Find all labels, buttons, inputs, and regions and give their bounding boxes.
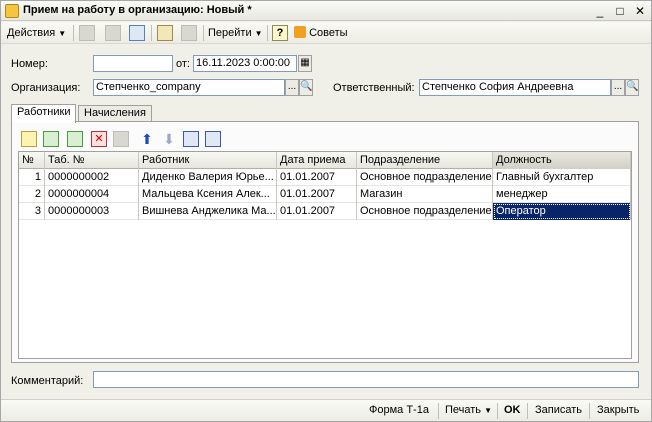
employee-cell[interactable]: Вишнева Анджелика Ма... [139,203,277,220]
refresh-icon[interactable] [129,25,145,41]
column-header[interactable]: Дата приема [277,152,357,169]
table-icon[interactable] [105,25,121,41]
sort-desc-icon[interactable] [205,131,221,147]
responsible-label: Ответственный: [333,82,415,94]
minimize-button[interactable]: _ [591,3,609,19]
column-header[interactable]: Должность [493,152,631,169]
comment-label: Комментарий: [11,375,84,387]
close-form-button[interactable]: Закрыть [597,404,639,416]
help-icon[interactable]: ? [272,25,288,41]
toolbar: Действия ▼ Перейти ▼ ? Советы [1,22,651,44]
actions-menu[interactable]: Действия ▼ [7,25,66,41]
close-button[interactable]: ✕ [631,3,649,19]
save-button[interactable]: Записать [535,404,582,416]
window-title: Прием на работу в организацию: Новый * [23,4,252,16]
hire-date-cell[interactable]: 01.01.2007 [277,186,357,203]
date-field[interactable]: 16.11.2023 0:00:00 [193,55,297,72]
number-label: Номер: [11,58,48,70]
dropdown-arrow-icon: ▼ [254,29,263,38]
date-label: от: [176,58,190,70]
dropdown-arrow-icon: ▼ [58,29,67,38]
tab-number-cell[interactable]: 0000000004 [45,186,139,203]
number-field[interactable] [93,55,173,72]
print-label: Печать [445,404,482,416]
delete-row-icon[interactable]: ✕ [91,131,107,147]
responsible-search-icon[interactable]: 🔍 [625,79,639,96]
organization-select-button[interactable]: ... [285,79,299,96]
department-cell[interactable]: Основное подразделение [357,203,493,220]
tab-number-cell[interactable]: 0000000002 [45,169,139,186]
responsible-field[interactable]: Степченко София Андреевна [419,79,611,96]
row-number: 3 [19,203,45,220]
column-header[interactable]: Подразделение [357,152,493,169]
hire-date-cell[interactable]: 01.01.2007 [277,203,357,220]
document-window: Прием на работу в организацию: Новый * _… [0,0,652,422]
column-header[interactable]: № [19,152,45,169]
unpost-document-icon[interactable] [181,25,197,41]
department-cell[interactable]: Магазин [357,186,493,203]
position-cell[interactable]: Главный бухгалтер [493,169,631,186]
comment-field[interactable] [93,371,639,388]
row-number: 2 [19,186,45,203]
copy-row-icon[interactable] [43,131,59,147]
position-cell-selected[interactable]: Оператор [493,203,631,220]
tab-employees[interactable]: Работники [11,104,77,123]
post-document-icon[interactable] [157,25,173,41]
hire-date-cell[interactable]: 01.01.2007 [277,169,357,186]
ok-button[interactable]: OK [504,404,521,416]
responsible-select-button[interactable]: ... [611,79,625,96]
tips-icon [294,26,306,38]
tab-number-cell[interactable]: 0000000003 [45,203,139,220]
goto-menu[interactable]: Перейти ▼ [208,25,263,41]
sort-asc-icon[interactable] [183,131,199,147]
edit-row-icon[interactable] [67,131,83,147]
move-up-icon[interactable]: ⬆ [139,131,155,147]
table-row[interactable]: 1 0000000002 Диденко Валерия Юрье... 01.… [19,169,631,186]
maximize-button[interactable]: □ [611,3,629,19]
column-header[interactable]: Таб. № [45,152,139,169]
position-cell[interactable]: менеджер [493,186,631,203]
dropdown-arrow-icon: ▼ [484,406,493,415]
employee-cell[interactable]: Диденко Валерия Юрье... [139,169,277,186]
row-number: 1 [19,169,45,186]
move-down-icon[interactable]: ⬇ [161,131,177,147]
title-bar: Прием на работу в организацию: Новый * _… [1,1,651,21]
calendar-icon[interactable]: ▦ [298,55,312,72]
tips-label: Советы [309,27,348,39]
tab-accruals[interactable]: Начисления [78,105,152,122]
organization-search-icon[interactable]: 🔍 [299,79,313,96]
department-cell[interactable]: Основное подразделение [357,169,493,186]
add-row-icon[interactable] [21,131,37,147]
back-icon[interactable] [79,25,95,41]
print-menu[interactable]: Печать ▼ [445,404,492,416]
document-icon [5,4,19,18]
table-header: № Таб. № Работник Дата приема Подразделе… [19,152,631,169]
employee-cell[interactable]: Мальцева Ксения Алек... [139,186,277,203]
end-edit-icon[interactable] [113,131,129,147]
table-row[interactable]: 2 0000000004 Мальцева Ксения Алек... 01.… [19,186,631,203]
table-row[interactable]: 3 0000000003 Вишнева Анджелика Ма... 01.… [19,203,631,220]
form-t1a-button[interactable]: Форма Т-1а [369,404,429,416]
column-header[interactable]: Работник [139,152,277,169]
actions-label: Действия [7,27,56,39]
goto-label: Перейти [208,27,252,39]
organization-label: Организация: [11,82,81,94]
bottom-bar: Форма Т-1а Печать ▼ OK Записать Закрыть [1,399,651,421]
tips-button[interactable]: Советы [294,25,348,41]
organization-field[interactable]: Степченко_company [93,79,285,96]
employees-table[interactable]: № Таб. № Работник Дата приема Подразделе… [18,151,632,359]
